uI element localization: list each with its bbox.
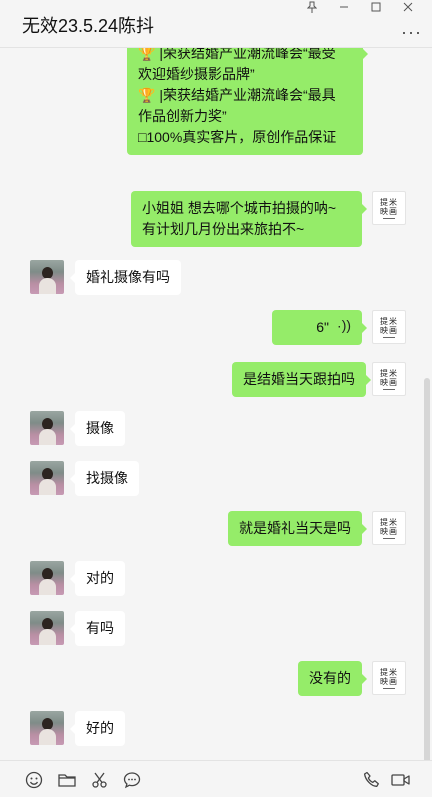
voice-wave-icon: ((· — [337, 320, 351, 336]
avatar-contact[interactable] — [30, 561, 64, 595]
avatar-contact[interactable] — [30, 260, 64, 294]
chat-title: 无效23.5.24陈抖 — [22, 16, 155, 36]
message-bubble-outgoing[interactable]: 🏆 |荣获结婚产业潮流峰会“最受 欢迎婚纱摄影品牌” 🏆 |荣获结婚产业潮流峰会… — [127, 48, 368, 155]
message-bubble-incoming[interactable]: 婚礼摄像有吗 — [70, 260, 181, 295]
pin-icon[interactable] — [296, 0, 328, 14]
message-bubble-outgoing[interactable]: 没有的 — [298, 661, 367, 696]
message-bubble-incoming[interactable]: 摄像 — [70, 411, 125, 446]
chat-bubble-icon[interactable] — [122, 770, 142, 790]
scissors-icon[interactable] — [90, 770, 110, 790]
voice-message-bubble[interactable]: 6" ((· — [272, 310, 367, 345]
avatar-brand[interactable]: 提米 映画 — [372, 661, 406, 695]
video-call-icon[interactable] — [391, 770, 411, 790]
message-bubble-outgoing[interactable]: 是结婚当天跟拍吗 — [232, 362, 371, 397]
message-list: 🏆 |荣获结婚产业潮流峰会“最受 欢迎婚纱摄影品牌” 🏆 |荣获结婚产业潮流峰会… — [0, 48, 432, 760]
avatar-brand[interactable]: 提米 映画 — [372, 191, 406, 225]
scrollbar[interactable] — [424, 378, 430, 760]
avatar-contact[interactable] — [30, 411, 64, 445]
close-icon[interactable] — [392, 0, 424, 14]
message-bubble-outgoing[interactable]: 小姐姐 想去哪个城市拍摄的呐~ 有计划几月份出来旅拍不~ — [131, 191, 367, 247]
message-bubble-incoming[interactable]: 对的 — [70, 561, 125, 596]
voice-duration: 6" — [316, 319, 329, 335]
phone-icon[interactable] — [362, 770, 382, 790]
input-toolbar — [0, 760, 432, 797]
message-bubble-incoming[interactable]: 有吗 — [70, 611, 125, 646]
avatar-contact[interactable] — [30, 461, 64, 495]
message-bubble-incoming[interactable]: 好的 — [70, 711, 125, 746]
avatar-brand[interactable]: 提米 映画 — [372, 362, 406, 396]
avatar-contact[interactable] — [30, 711, 64, 745]
window-controls — [296, 0, 424, 14]
avatar-brand[interactable]: 提米 映画 — [372, 310, 406, 344]
avatar-contact[interactable] — [30, 611, 64, 645]
avatar-brand[interactable]: 提米 映画 — [372, 511, 406, 545]
maximize-icon[interactable] — [360, 0, 392, 14]
emoji-icon[interactable] — [24, 770, 44, 790]
message-bubble-incoming[interactable]: 找摄像 — [70, 461, 139, 496]
folder-icon[interactable] — [57, 770, 77, 790]
minimize-icon[interactable] — [328, 0, 360, 14]
title-bar: 无效23.5.24陈抖 ··· — [0, 0, 432, 48]
message-bubble-outgoing[interactable]: 就是婚礼当天是吗 — [228, 511, 367, 546]
more-options-button[interactable]: ··· — [401, 22, 422, 43]
